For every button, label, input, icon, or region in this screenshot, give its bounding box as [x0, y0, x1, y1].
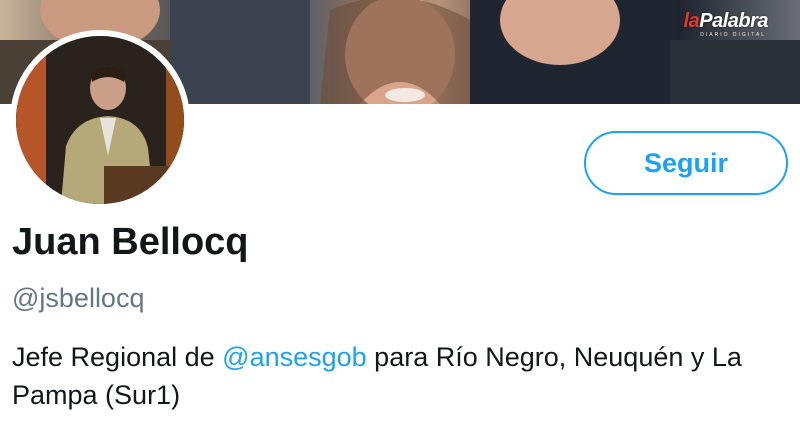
profile-name: Juan Bellocq — [12, 221, 249, 263]
follow-button[interactable]: Seguir — [584, 131, 788, 195]
avatar-photo — [16, 36, 184, 204]
profile-handle: @jsbellocq — [12, 283, 145, 313]
profile-bio: Jefe Regional de @ansesgob para Río Negr… — [12, 338, 792, 414]
banner-logo-tagline: DIARIO DIGITAL — [700, 32, 766, 38]
banner-coat-4 — [670, 40, 800, 104]
banner-coat-2 — [170, 0, 310, 104]
banner-smile — [385, 88, 425, 102]
avatar[interactable] — [10, 30, 190, 210]
banner-logo: laPalabra — [683, 10, 769, 32]
bio-mention-link[interactable]: @ansesgob — [222, 342, 367, 372]
bio-text-start: Jefe Regional de — [12, 342, 223, 372]
